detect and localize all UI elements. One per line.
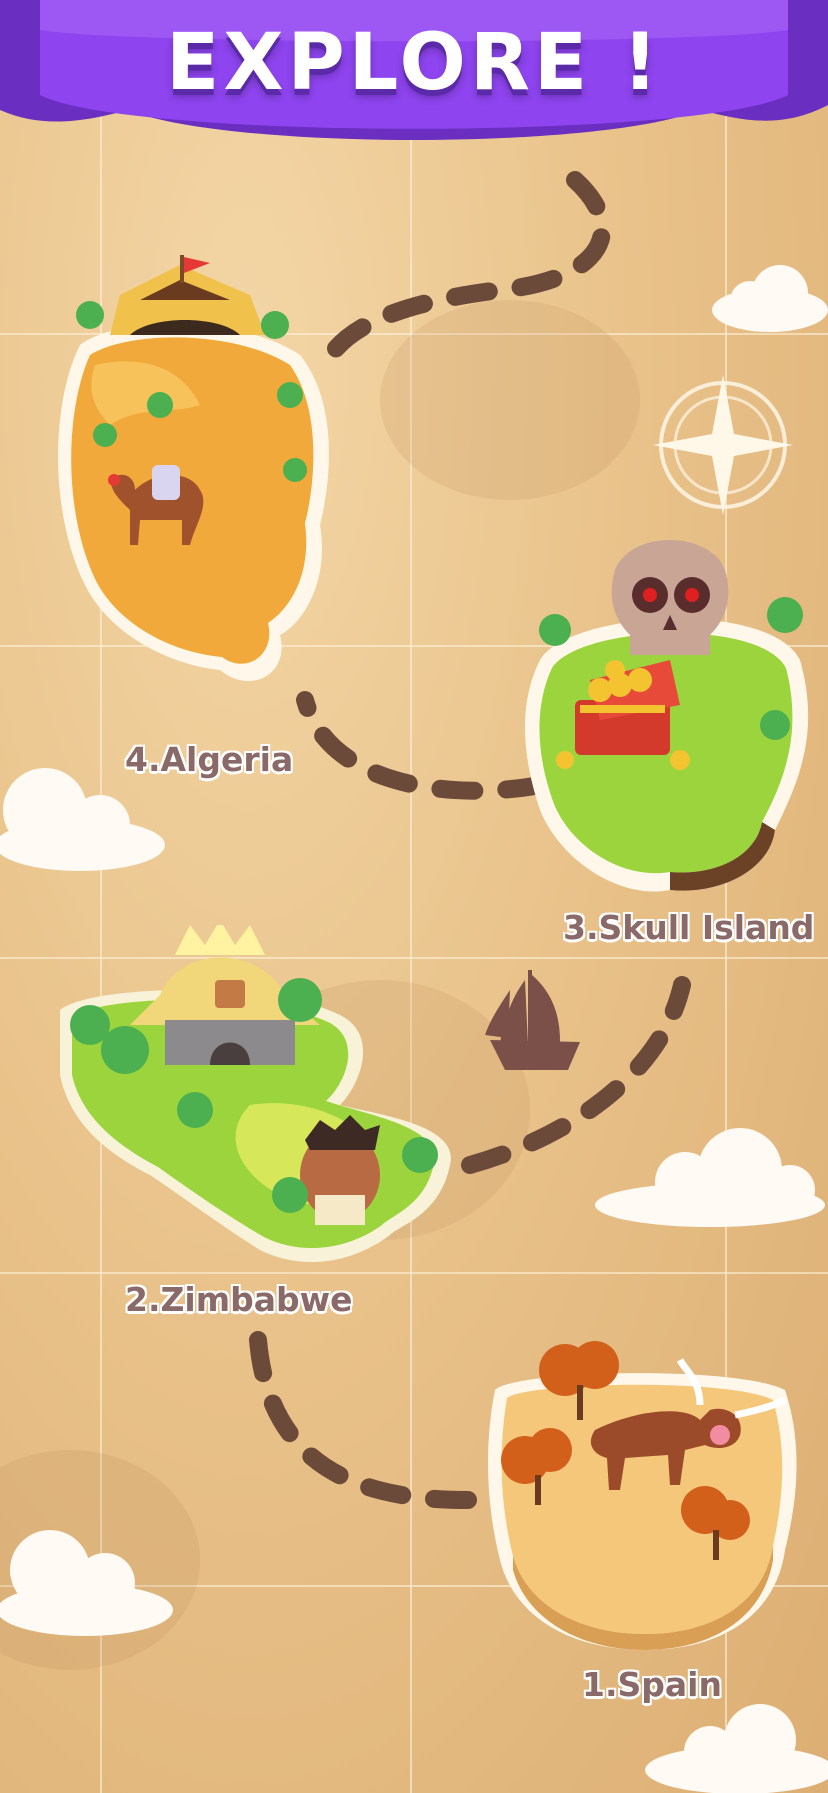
location-label: 2.Zimbabwe [125,1280,353,1319]
world-map: EXPLORE ! 4.Algeria 3.Skull Island 2.Zim… [0,0,828,1793]
cloud [0,1530,173,1636]
location-spain[interactable]: 1.Spain [485,1310,805,1720]
flag-pole [180,255,184,283]
cloud [712,265,828,332]
pirate-ship-icon [485,970,580,1070]
banner-title: EXPLORE ! [166,18,662,108]
spain-island [488,1341,797,1650]
cloud [595,1128,825,1227]
zimbabwe-island [60,925,451,1262]
compass-rose-icon [653,375,793,515]
location-label: 4.Algeria [125,740,294,779]
algeria-island [58,255,329,682]
location-algeria[interactable]: 4.Algeria [50,255,330,779]
location-label: 1.Spain [582,1665,722,1704]
red-flag-icon [184,257,210,273]
location-zimbabwe[interactable]: 2.Zimbabwe [50,925,460,1325]
location-skull-island[interactable]: 3.Skull Island [520,530,820,950]
explore-banner: EXPLORE ! [0,0,828,160]
skull-island [525,540,809,892]
location-label: 3.Skull Island [563,908,815,947]
